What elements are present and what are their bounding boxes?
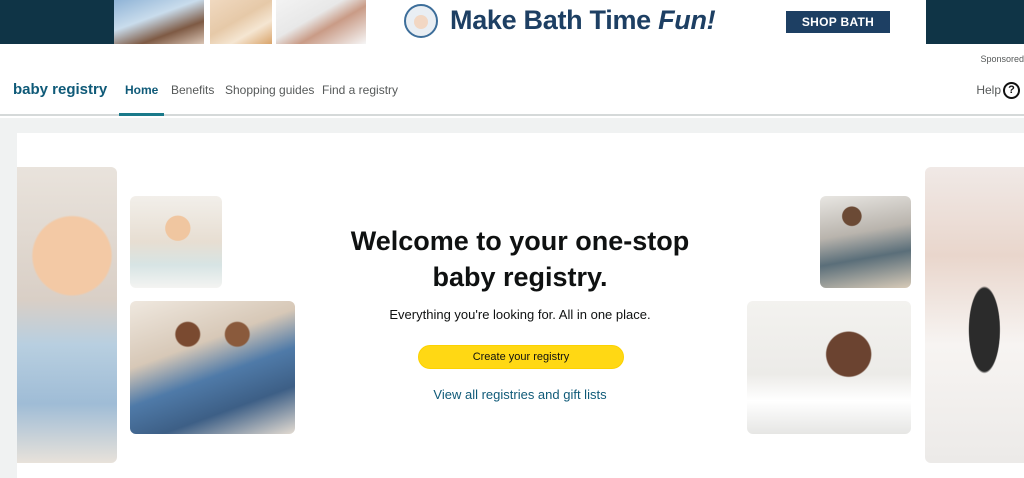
ad-brand-logo xyxy=(404,4,438,38)
ad-baby-photo-3 xyxy=(276,0,366,44)
ad-headline-emphasis: Fun! xyxy=(658,5,716,35)
ad-baby-photo-2 xyxy=(210,0,272,44)
ad-headline: Make Bath Time Fun! xyxy=(450,5,716,36)
ad-creative[interactable]: Make Bath Time Fun! SHOP BATH xyxy=(114,0,926,44)
brand-logo-text[interactable]: baby registry xyxy=(13,81,107,98)
photo-ultrasound xyxy=(925,167,1024,463)
nav-item-benefits[interactable]: Benefits xyxy=(171,83,214,97)
nav-item-home[interactable]: Home xyxy=(125,83,158,97)
photo-dad-and-kids xyxy=(820,196,911,288)
view-registries-link[interactable]: View all registries and gift lists xyxy=(320,387,720,402)
help-label: Help xyxy=(976,83,1001,97)
hero-subtitle: Everything you're looking for. All in on… xyxy=(389,307,651,322)
nav-item-find-registry[interactable]: Find a registry xyxy=(322,83,398,97)
question-circle-icon: ? xyxy=(1003,81,1020,99)
registry-nav: baby registry Home Benefits Shopping gui… xyxy=(0,64,1024,116)
nav-item-shopping-guides[interactable]: Shopping guides xyxy=(225,83,314,97)
photo-smiling-baby xyxy=(747,301,911,434)
create-registry-button[interactable]: Create your registry xyxy=(418,345,624,369)
ad-banner[interactable]: Make Bath Time Fun! SHOP BATH xyxy=(0,0,1024,44)
sponsored-label[interactable]: Sponsored xyxy=(980,54,1024,64)
active-tab-indicator xyxy=(119,113,164,116)
photo-family-reading xyxy=(130,301,295,434)
ad-headline-main: Make Bath Time xyxy=(450,5,659,35)
photo-laughing-baby xyxy=(17,167,117,463)
help-link[interactable]: Help ? xyxy=(976,80,1020,100)
ad-shop-button[interactable]: SHOP BATH xyxy=(786,11,890,33)
photo-baby-eating xyxy=(130,196,222,288)
ad-baby-photo-1 xyxy=(114,0,204,44)
hero-title: Welcome to your one-stop baby registry. xyxy=(350,226,690,292)
